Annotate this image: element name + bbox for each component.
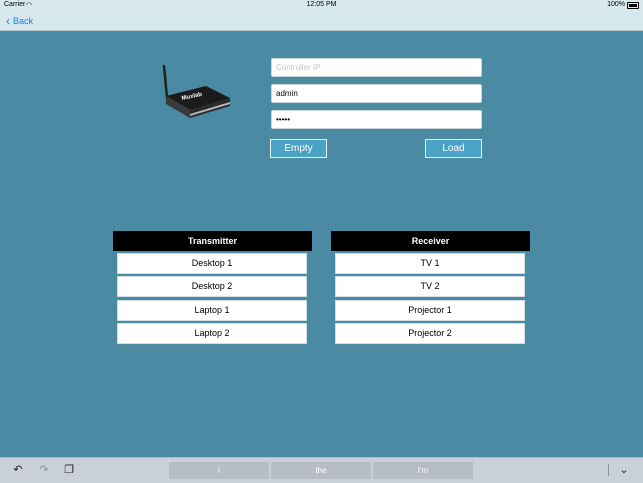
receiver-header: Receiver (331, 231, 530, 251)
redo-icon[interactable]: ↷ (37, 463, 51, 477)
receiver-item-projector-1[interactable]: Projector 1 (335, 299, 525, 321)
load-button[interactable]: Load (425, 139, 482, 158)
password-field[interactable] (271, 110, 482, 129)
keyboard-dismiss-icon[interactable]: ⌄ (617, 463, 631, 477)
transmitter-item-desktop-2[interactable]: Desktop 2 (117, 276, 307, 298)
transmitter-header: Transmitter (113, 231, 312, 251)
receiver-item-tv-2[interactable]: TV 2 (335, 276, 525, 298)
undo-icon[interactable]: ↶ (11, 463, 25, 477)
controller-device-image: Muxlab (162, 64, 230, 118)
chevron-left-icon: ‹ (6, 14, 10, 28)
transmitter-item-laptop-2[interactable]: Laptop 2 (117, 323, 307, 345)
transmitter-item-desktop-1[interactable]: Desktop 1 (117, 253, 307, 274)
back-label: Back (13, 16, 34, 26)
battery-percent: 100% (607, 1, 625, 8)
clock: 12:05 PM (306, 1, 337, 8)
kb-divider (608, 464, 609, 476)
navigation-bar: ‹ Back (0, 12, 643, 31)
controller-ip-field[interactable] (271, 58, 482, 77)
back-button[interactable]: ‹ Back (6, 14, 33, 28)
suggestion-3[interactable]: I'm (373, 462, 473, 479)
battery-icon (627, 2, 639, 9)
empty-button[interactable]: Empty (270, 139, 327, 158)
receiver-list: TV 1 TV 2 Projector 1 Projector 2 (335, 253, 525, 347)
username-field[interactable] (271, 84, 482, 103)
receiver-item-projector-2[interactable]: Projector 2 (335, 323, 525, 345)
transmitter-list: Desktop 1 Desktop 2 Laptop 1 Laptop 2 (117, 253, 307, 347)
keyboard-shortcut-bar: ↶ ↷ ❐ I the I'm ⌄ (0, 457, 643, 483)
suggestion-2[interactable]: the (271, 462, 371, 479)
suggestion-1[interactable]: I (169, 462, 269, 479)
status-bar: Carrier ◠ 12:05 PM 100% (0, 0, 643, 12)
receiver-item-tv-1[interactable]: TV 1 (335, 253, 525, 274)
transmitter-item-laptop-1[interactable]: Laptop 1 (117, 299, 307, 321)
paste-icon[interactable]: ❐ (62, 463, 76, 477)
